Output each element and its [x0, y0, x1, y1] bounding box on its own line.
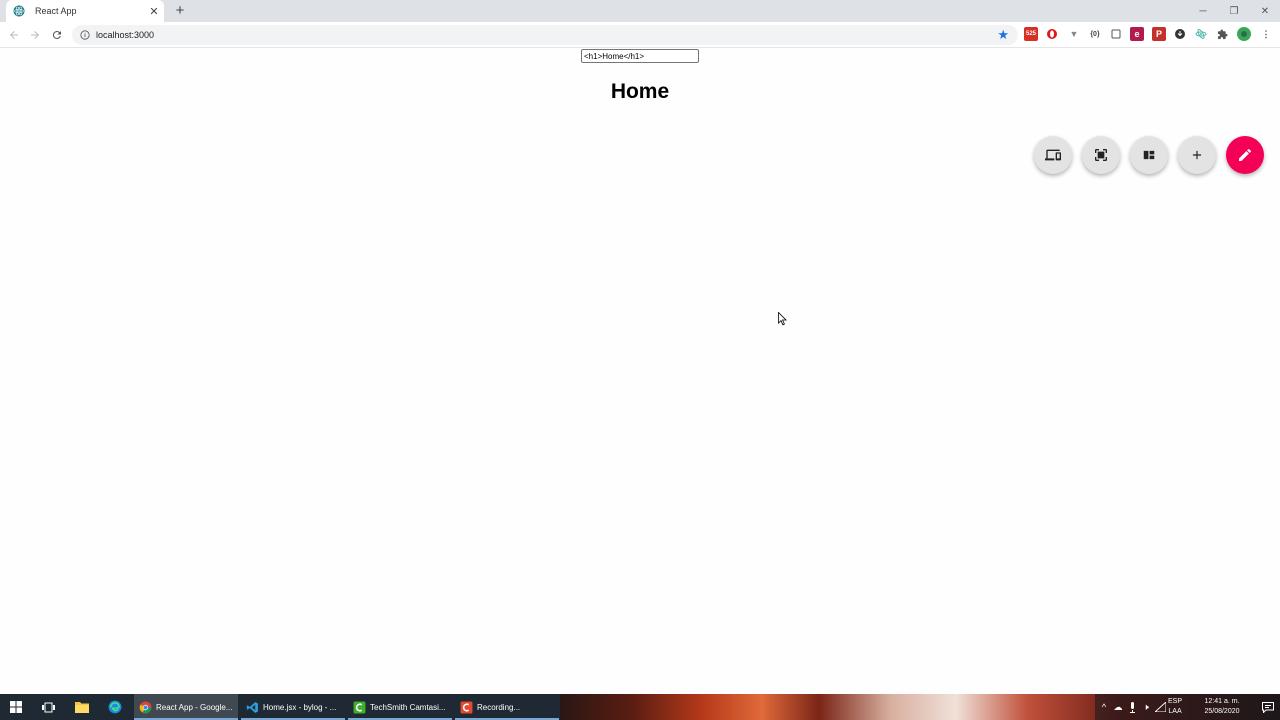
- reload-icon: [52, 31, 61, 40]
- devices-button[interactable]: [1034, 136, 1072, 174]
- reload-button[interactable]: [49, 27, 65, 43]
- page-viewport: Home: [0, 48, 1280, 694]
- folder-icon: [75, 702, 89, 713]
- clock-date: 25/08/2020: [1204, 708, 1240, 715]
- page-heading: Home: [610, 80, 670, 103]
- fullscreen-select-button[interactable]: [1082, 136, 1120, 174]
- browser-tab-strip: React App ✕ + ─ ❐ ✕: [0, 0, 1280, 22]
- task-view-button[interactable]: [32, 694, 64, 720]
- taskbar-item-camtasia[interactable]: TechSmith Camtasi...: [348, 694, 452, 720]
- puzzle-extensions-icon[interactable]: [1215, 27, 1229, 41]
- back-arrow-icon: [10, 31, 18, 39]
- restore-button[interactable]: ❐: [1219, 0, 1249, 22]
- back-button[interactable]: [6, 27, 22, 43]
- taskbar-item-vscode[interactable]: Home.jsx - bylog - ...: [241, 694, 345, 720]
- volume-icon[interactable]: 🕨: [1140, 700, 1152, 714]
- forward-arrow-icon: [31, 31, 39, 39]
- close-window-button[interactable]: ✕: [1250, 0, 1280, 22]
- edge-button[interactable]: [99, 694, 131, 720]
- forward-button[interactable]: [27, 27, 43, 43]
- fullscreen-select-icon: [1095, 149, 1107, 161]
- edit-fab-button[interactable]: [1226, 136, 1264, 174]
- windows-taskbar: React App - Google... Home.jsx - bylog -…: [0, 694, 1280, 720]
- taskbar-item-label: Recording...: [477, 702, 521, 712]
- extension-icon[interactable]: e: [1130, 27, 1144, 41]
- onedrive-cloud-icon[interactable]: ☁: [1112, 700, 1124, 714]
- editor-input[interactable]: [581, 49, 699, 63]
- chrome-icon: [138, 700, 152, 714]
- camtasia-recorder-icon: [459, 700, 473, 714]
- devices-icon: [1045, 149, 1061, 161]
- vue-devtools-icon[interactable]: ▼: [1067, 27, 1081, 41]
- opera-extension-icon[interactable]: [1045, 27, 1059, 41]
- vscode-icon: [245, 700, 259, 714]
- react-devtools-icon[interactable]: [1194, 27, 1208, 41]
- taskbar-clock[interactable]: 12:41 a. m. 25/08/2020: [1198, 697, 1246, 717]
- gmail-extension-icon[interactable]: 525: [1024, 27, 1038, 41]
- minimize-button[interactable]: ─: [1188, 0, 1218, 22]
- language-code: ESP: [1168, 698, 1183, 705]
- edge-icon: [108, 700, 122, 714]
- gmail-badge: 525: [1025, 31, 1036, 37]
- add-button[interactable]: [1178, 136, 1216, 174]
- star-icon[interactable]: ★: [997, 27, 1009, 43]
- notification-center-icon[interactable]: [1261, 700, 1275, 714]
- dashboard-button[interactable]: [1130, 136, 1168, 174]
- input-language-indicator[interactable]: ESP LAA: [1168, 697, 1182, 717]
- taskbar-item-recorder[interactable]: Recording...: [455, 694, 559, 720]
- pdf-extension-icon[interactable]: P: [1152, 27, 1166, 41]
- windows-logo-icon: [10, 701, 22, 713]
- start-button[interactable]: [0, 694, 32, 720]
- browser-tab[interactable]: React App ✕: [6, 0, 164, 22]
- clock-time: 12:41 a. m.: [1204, 698, 1240, 705]
- mouse-cursor-icon: [778, 312, 787, 326]
- taskbar-item-label: React App - Google...: [156, 702, 233, 712]
- keyboard-layout-code: LAA: [1168, 708, 1182, 715]
- system-tray: ^ ☁ 🕨 ESP LAA 12:41 a. m. 25/08/2020: [1095, 694, 1280, 720]
- chevron-up-icon[interactable]: ^: [1098, 700, 1110, 714]
- edit-icon: [1239, 148, 1252, 161]
- chrome-menu-icon[interactable]: ⋮: [1259, 27, 1273, 41]
- file-explorer-button[interactable]: [66, 694, 98, 720]
- taskbar-item-label: TechSmith Camtasi...: [370, 702, 446, 712]
- taskbar-item-label: Home.jsx - bylog - ...: [263, 702, 337, 712]
- new-tab-button[interactable]: +: [172, 3, 188, 19]
- dashboard-icon: [1143, 150, 1155, 160]
- taskbar-item-chrome[interactable]: React App - Google...: [134, 694, 238, 720]
- microphone-icon[interactable]: [1126, 700, 1138, 714]
- add-icon: [1192, 150, 1202, 160]
- tab-title: React App: [35, 6, 77, 16]
- profile-avatar[interactable]: [1237, 27, 1251, 41]
- address-bar[interactable]: localhost:3000 ★: [72, 25, 1018, 45]
- camtasia-icon: [352, 700, 366, 714]
- url-text: localhost:3000: [96, 30, 155, 40]
- react-logo-icon: [13, 5, 25, 17]
- network-icon[interactable]: [1154, 700, 1166, 714]
- square-extension-icon[interactable]: [1109, 27, 1123, 41]
- download-extension-icon[interactable]: [1173, 27, 1187, 41]
- json-extension-icon[interactable]: {0}: [1088, 27, 1102, 41]
- info-icon[interactable]: [80, 30, 90, 40]
- tab-close-icon[interactable]: ✕: [147, 4, 161, 18]
- task-view-icon: [41, 702, 55, 712]
